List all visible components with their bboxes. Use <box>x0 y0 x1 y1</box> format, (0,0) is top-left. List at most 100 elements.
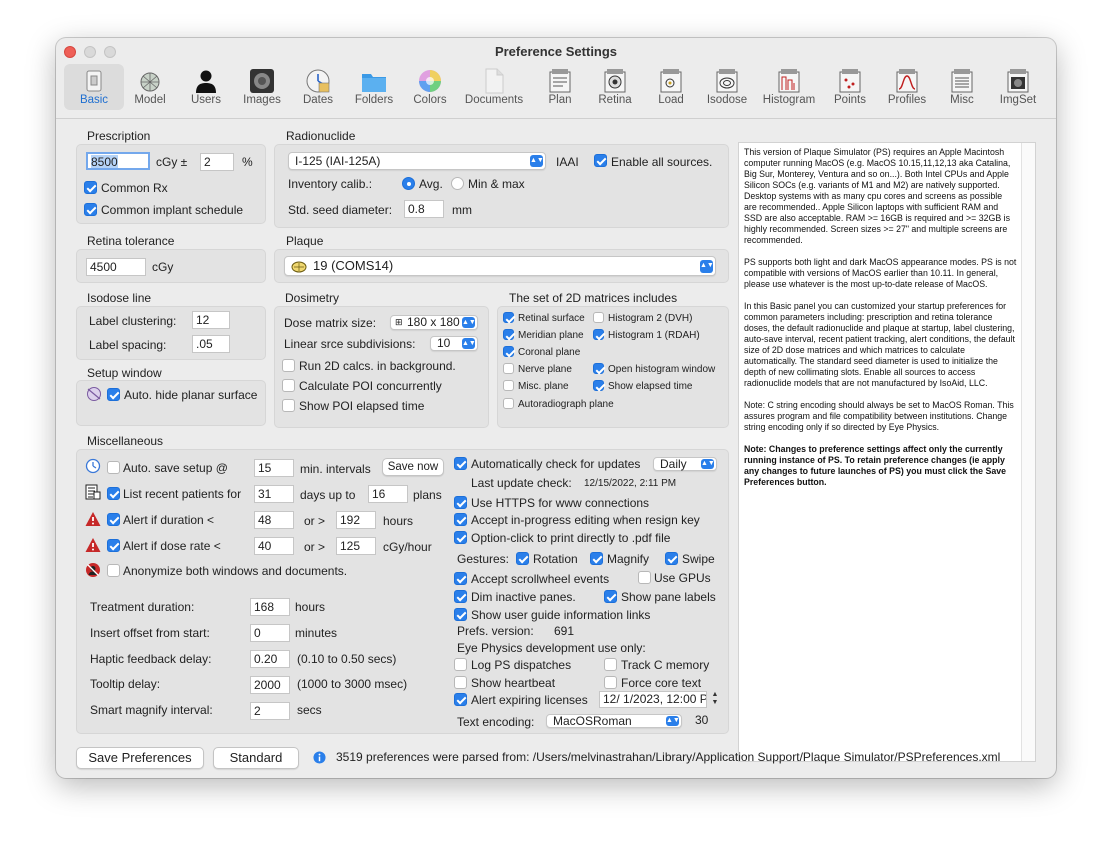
misc-plane-label: Misc. plane <box>518 381 569 392</box>
alert-duration-checkbox[interactable] <box>107 513 120 526</box>
radionuclide-code: IAAI <box>556 155 579 169</box>
meridian-plane-checkbox[interactable] <box>503 329 514 340</box>
track-c-memory-checkbox[interactable] <box>604 658 617 671</box>
use-https-checkbox[interactable] <box>454 496 467 509</box>
dim-inactive-checkbox[interactable] <box>454 590 467 603</box>
show-poi-elapsed-checkbox[interactable] <box>282 399 295 412</box>
setup-window-title: Setup window <box>87 366 162 380</box>
tab-imgset[interactable]: ImgSet <box>988 64 1048 110</box>
dose-unit-label: cGy ± <box>156 155 188 169</box>
show-heartbeat-checkbox[interactable] <box>454 676 467 689</box>
dose-matrix-label: Dose matrix size: <box>284 316 377 330</box>
insert-offset-input[interactable]: 0 <box>250 624 290 642</box>
radionuclide-select[interactable]: I-125 (IAI-125A) ▲▼ <box>288 152 546 170</box>
list-recent-checkbox[interactable] <box>107 487 120 500</box>
alert-expiring-checkbox[interactable] <box>454 693 467 706</box>
open-histogram-label: Open histogram window <box>608 364 716 375</box>
show-pane-labels-label: Show pane labels <box>621 590 716 604</box>
show-guide-links-checkbox[interactable] <box>454 608 467 621</box>
tolerance-input[interactable]: 2 <box>200 153 234 171</box>
anonymize-checkbox[interactable] <box>107 564 120 577</box>
gesture-rotation-checkbox[interactable] <box>516 552 529 565</box>
duration-max-input[interactable]: 192 <box>336 511 376 529</box>
info-paragraph: PS supports both light and dark MacOS ap… <box>744 257 1017 289</box>
auto-check-updates-checkbox[interactable] <box>454 457 467 470</box>
label-spacing-input[interactable]: .05 <box>192 335 230 353</box>
treatment-duration-input[interactable]: 168 <box>250 598 290 616</box>
save-preferences-button[interactable]: Save Preferences <box>76 747 204 769</box>
histogram-icon <box>778 69 800 93</box>
tab-isodose[interactable]: Isodose <box>697 64 757 110</box>
alert-dose-rate-checkbox[interactable] <box>107 539 120 552</box>
save-now-button[interactable]: Save now <box>382 458 444 476</box>
smart-magnify-input[interactable]: 2 <box>250 702 290 720</box>
auto-save-label: Auto. save setup @ <box>123 461 228 475</box>
plaque-select[interactable]: 19 (COMS14) ▲▼ <box>284 256 716 276</box>
dim-inactive-label: Dim inactive panes. <box>471 590 576 604</box>
retina-tolerance-input[interactable]: 4500 <box>86 258 146 276</box>
inventory-minmax-radio[interactable] <box>451 177 464 190</box>
gesture-magnify-checkbox[interactable] <box>590 552 603 565</box>
accept-inprogress-checkbox[interactable] <box>454 513 467 526</box>
inventory-avg-radio[interactable] <box>402 177 415 190</box>
grid-icon: ⊞ <box>395 317 403 327</box>
tooltip-delay-input[interactable]: 2000 <box>250 676 290 694</box>
duration-min-input[interactable]: 48 <box>254 511 294 529</box>
dose-matrix-select[interactable]: ⊞ 180 x 180 ▲▼ <box>390 315 478 330</box>
tab-documents[interactable]: Documents <box>464 64 524 110</box>
run-2d-background-checkbox[interactable] <box>282 359 295 372</box>
linear-subdiv-select[interactable]: 10 ▲▼ <box>430 336 478 351</box>
auto-hide-planar-checkbox[interactable] <box>107 388 120 401</box>
common-implant-checkbox[interactable] <box>84 203 97 216</box>
haptic-delay-input[interactable]: 0.20 <box>250 650 290 668</box>
standard-button[interactable]: Standard <box>213 747 299 769</box>
autoradiograph-checkbox[interactable] <box>503 398 514 409</box>
label-clustering-input[interactable]: 12 <box>192 311 230 329</box>
open-histogram-checkbox[interactable] <box>593 363 604 374</box>
calculate-poi-checkbox[interactable] <box>282 379 295 392</box>
nerve-plane-checkbox[interactable] <box>503 363 514 374</box>
radionuclide-title: Radionuclide <box>286 129 356 143</box>
recent-days-input[interactable]: 31 <box>254 485 294 503</box>
option-click-pdf-checkbox[interactable] <box>454 531 467 544</box>
scrollwheel-checkbox[interactable] <box>454 572 467 585</box>
rate-max-input[interactable]: 125 <box>336 537 376 555</box>
plaque-icon <box>291 261 307 273</box>
auto-save-checkbox[interactable] <box>107 461 120 474</box>
license-date-input[interactable]: 12/ 1/2023, 12:00 PM <box>599 691 707 708</box>
gesture-magnify-label: Magnify <box>607 552 650 566</box>
use-gpus-checkbox[interactable] <box>638 571 651 584</box>
show-pane-labels-checkbox[interactable] <box>604 590 617 603</box>
linear-subdiv-label: Linear srce subdivisions: <box>284 337 416 351</box>
coronal-plane-checkbox[interactable] <box>503 346 514 357</box>
auto-save-unit: min. intervals <box>300 462 371 476</box>
common-rx-checkbox[interactable] <box>84 181 97 194</box>
show-heartbeat-label: Show heartbeat <box>471 676 556 690</box>
update-frequency-select[interactable]: Daily ▲▼ <box>653 457 717 471</box>
retinal-surface-label: Retinal surface <box>518 313 585 324</box>
dosimetry-title: Dosimetry <box>285 291 340 305</box>
show-elapsed-checkbox[interactable] <box>593 380 604 391</box>
info-paragraph: This version of Plaque Simulator (PS) re… <box>744 147 1011 245</box>
force-core-text-checkbox[interactable] <box>604 676 617 689</box>
info-scrollbar[interactable] <box>1021 143 1035 761</box>
select-arrows-icon: ▲▼ <box>666 716 680 726</box>
tab-colors[interactable]: Colors <box>400 64 460 110</box>
misc-plane-checkbox[interactable] <box>503 380 514 391</box>
histogram1-checkbox[interactable] <box>593 329 604 340</box>
log-dispatches-checkbox[interactable] <box>454 658 467 671</box>
text-encoding-select[interactable]: MacOSRoman ▲▼ <box>546 714 682 728</box>
seed-diameter-input[interactable]: 0.8 <box>404 200 444 218</box>
info-text-panel[interactable]: This version of Plaque Simulator (PS) re… <box>738 142 1036 762</box>
smart-magnify-unit: secs <box>297 703 322 717</box>
retinal-surface-checkbox[interactable] <box>503 312 514 323</box>
recent-plans-input[interactable]: 16 <box>368 485 408 503</box>
rate-min-input[interactable]: 40 <box>254 537 294 555</box>
date-stepper-icon[interactable]: ▲ ▼ <box>710 691 720 708</box>
select-arrows-icon: ▲▼ <box>462 317 476 328</box>
gesture-swipe-checkbox[interactable] <box>665 552 678 565</box>
enable-all-sources-checkbox[interactable] <box>594 154 607 167</box>
histogram2-checkbox[interactable] <box>593 312 604 323</box>
prescription-dose-input[interactable]: 8500 <box>86 152 150 170</box>
auto-save-interval-input[interactable]: 15 <box>254 459 294 477</box>
